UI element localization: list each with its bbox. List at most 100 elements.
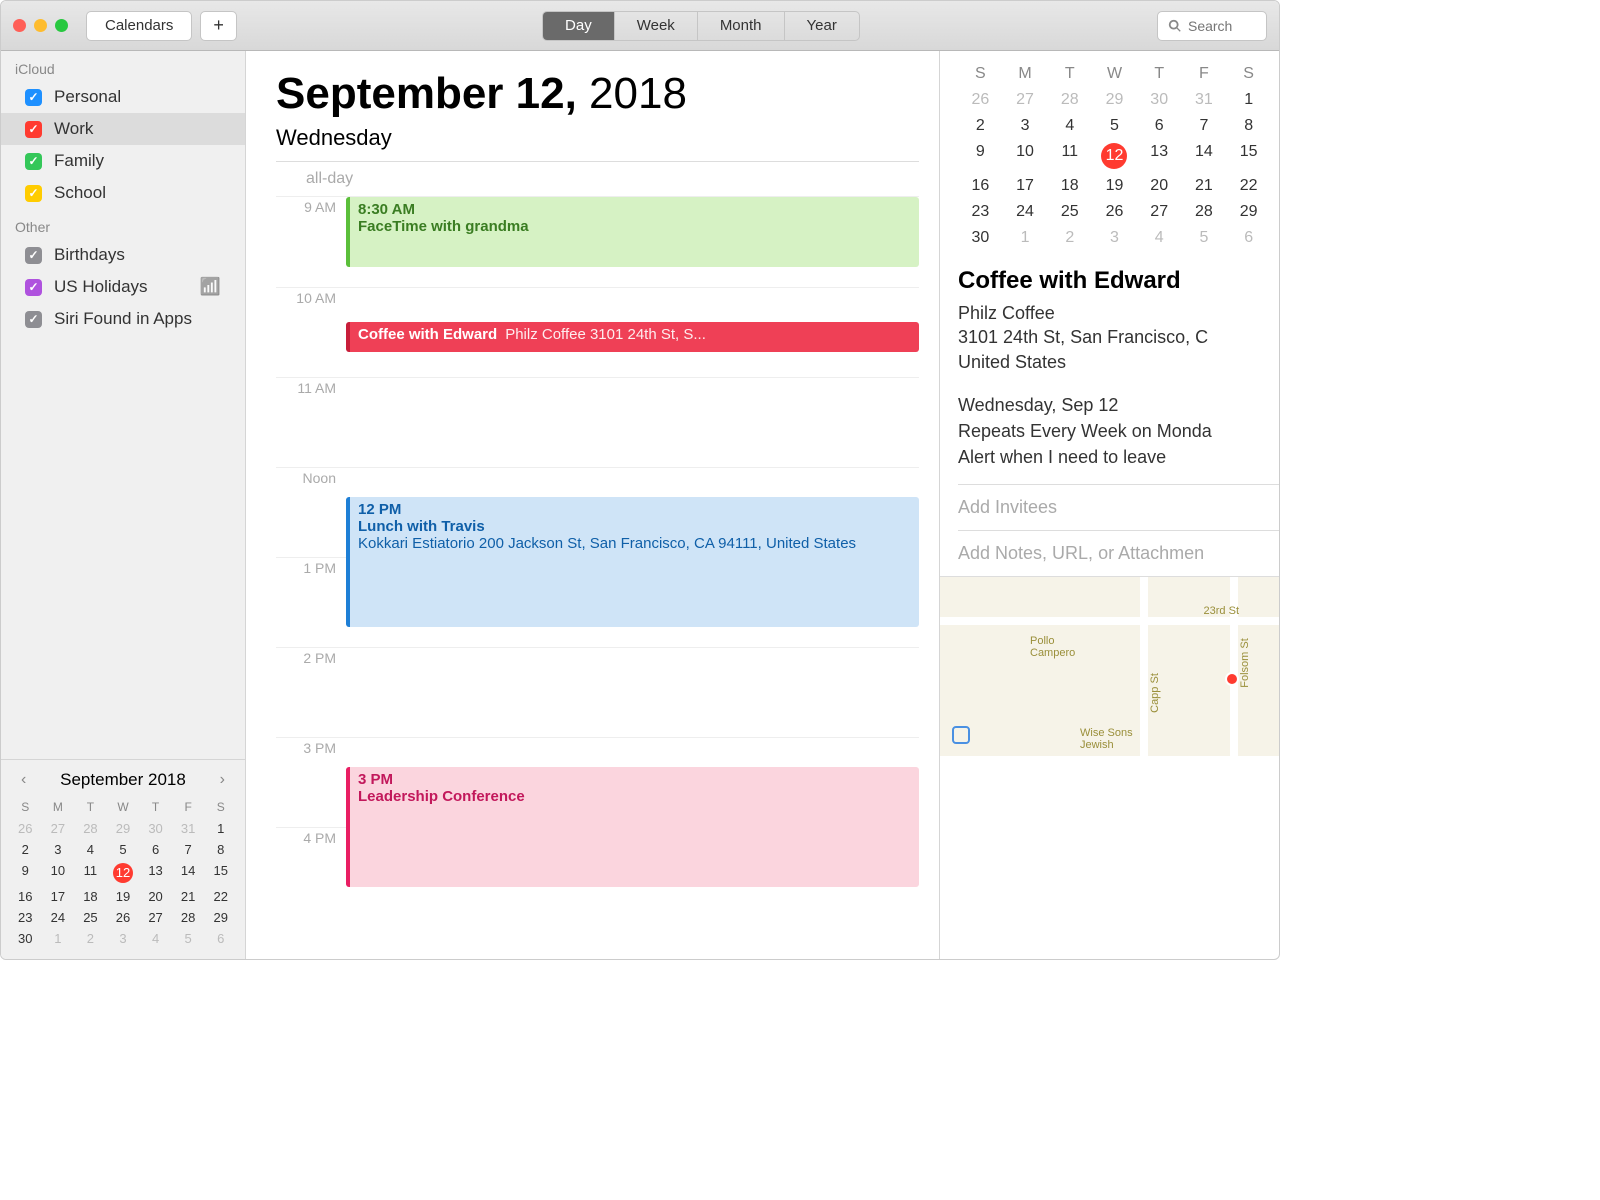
calendar-day[interactable]: 5 [172,928,205,949]
calendar-day[interactable]: 5 [1092,117,1137,135]
calendar-day[interactable]: 19 [1092,177,1137,195]
inspector-mini-calendar[interactable]: SMTWTFS262728293031123456789101112131415… [958,65,1279,247]
calendar-day[interactable]: 28 [172,907,205,928]
calendar-day[interactable]: 14 [172,860,205,886]
view-month[interactable]: Month [698,12,785,40]
calendar-day[interactable]: 3 [42,839,75,860]
add-invitees[interactable]: Add Invitees [958,484,1279,530]
calendar-day[interactable]: 15 [1226,143,1271,169]
calendar-day[interactable]: 20 [139,886,172,907]
calendar-day[interactable]: 2 [9,839,42,860]
search-input[interactable] [1188,18,1248,34]
calendar-day[interactable]: 30 [958,229,1003,247]
calendar-day[interactable]: 12 [1092,143,1137,169]
calendar-day[interactable]: 31 [172,818,205,839]
search-field[interactable] [1157,11,1267,41]
add-notes[interactable]: Add Notes, URL, or Attachmen [958,530,1279,576]
calendar-day[interactable]: 2 [74,928,107,949]
event-map[interactable]: 23rd St Pollo Campero Capp St Folsom St … [940,576,1279,756]
add-button[interactable]: + [200,11,237,41]
calendar-day[interactable]: 7 [1182,117,1227,135]
calendar-day[interactable]: 3 [107,928,140,949]
calendar-day[interactable]: 8 [1226,117,1271,135]
calendar-day[interactable]: 9 [9,860,42,886]
calendar-day[interactable]: 26 [1092,203,1137,221]
sidebar-item[interactable]: Siri Found in Apps [1,303,245,335]
calendar-day[interactable]: 28 [1182,203,1227,221]
calendar-day[interactable]: 1 [204,818,237,839]
calendar-day[interactable]: 31 [1182,91,1227,109]
calendar-day[interactable]: 12 [107,860,140,886]
calendar-day[interactable]: 26 [9,818,42,839]
event-when[interactable]: Wednesday, Sep 12 Repeats Every Week on … [958,392,1279,484]
calendar-day[interactable]: 6 [1226,229,1271,247]
checkbox-icon[interactable] [25,185,42,202]
schedule[interactable]: 9 AM10 AM11 AMNoon1 PM2 PM3 PM4 PM 8:30 … [276,197,919,959]
calendar-day[interactable]: 17 [1003,177,1048,195]
calendar-day[interactable]: 22 [1226,177,1271,195]
calendar-day[interactable]: 19 [107,886,140,907]
event-title[interactable]: Coffee with Edward [958,267,1279,301]
event[interactable]: Coffee with EdwardPhilz Coffee 3101 24th… [346,322,919,352]
sidebar-item[interactable]: Family [1,145,245,177]
calendar-day[interactable]: 8 [204,839,237,860]
event-location[interactable]: Philz Coffee 3101 24th St, San Francisco… [958,301,1279,392]
sidebar-item[interactable]: Birthdays [1,239,245,271]
event[interactable]: 3 PMLeadership Conference [346,767,919,887]
calendar-day[interactable]: 29 [107,818,140,839]
calendar-day[interactable]: 13 [139,860,172,886]
calendar-day[interactable]: 23 [958,203,1003,221]
sidebar-item[interactable]: US Holidays📶 [1,271,245,303]
calendar-day[interactable]: 6 [139,839,172,860]
calendar-day[interactable]: 10 [1003,143,1048,169]
calendar-day[interactable]: 24 [42,907,75,928]
checkbox-icon[interactable] [25,279,42,296]
calendar-day[interactable]: 3 [1092,229,1137,247]
zoom-icon[interactable] [55,19,68,32]
checkbox-icon[interactable] [25,153,42,170]
mini-next-button[interactable]: › [214,771,231,789]
checkbox-icon[interactable] [25,89,42,106]
calendar-day[interactable]: 26 [958,91,1003,109]
view-year[interactable]: Year [785,12,859,40]
calendar-day[interactable]: 1 [42,928,75,949]
calendar-day[interactable]: 28 [74,818,107,839]
calendar-day[interactable]: 16 [9,886,42,907]
calendar-day[interactable]: 11 [1047,143,1092,169]
calendar-day[interactable]: 18 [74,886,107,907]
calendar-day[interactable]: 11 [74,860,107,886]
checkbox-icon[interactable] [25,247,42,264]
calendar-day[interactable]: 9 [958,143,1003,169]
calendar-day[interactable]: 28 [1047,91,1092,109]
calendar-day[interactable]: 29 [1092,91,1137,109]
calendar-day[interactable]: 1 [1003,229,1048,247]
sidebar-item[interactable]: School [1,177,245,209]
calendar-day[interactable]: 27 [139,907,172,928]
event[interactable]: 8:30 AMFaceTime with grandma [346,197,919,267]
calendar-day[interactable]: 13 [1137,143,1182,169]
calendar-day[interactable]: 30 [1137,91,1182,109]
calendar-day[interactable]: 4 [74,839,107,860]
calendar-day[interactable]: 16 [958,177,1003,195]
view-day[interactable]: Day [543,12,615,40]
calendar-day[interactable]: 27 [42,818,75,839]
calendar-day[interactable]: 15 [204,860,237,886]
calendar-day[interactable]: 22 [204,886,237,907]
calendar-day[interactable]: 6 [1137,117,1182,135]
calendar-day[interactable]: 30 [9,928,42,949]
sidebar-item[interactable]: Personal [1,81,245,113]
sidebar-item[interactable]: Work [1,113,245,145]
calendar-day[interactable]: 4 [1137,229,1182,247]
checkbox-icon[interactable] [25,311,42,328]
calendar-day[interactable]: 6 [204,928,237,949]
calendar-day[interactable]: 25 [74,907,107,928]
calendar-day[interactable]: 4 [139,928,172,949]
calendar-day[interactable]: 1 [1226,91,1271,109]
calendar-day[interactable]: 5 [107,839,140,860]
calendar-day[interactable]: 21 [1182,177,1227,195]
calendar-day[interactable]: 30 [139,818,172,839]
calendar-day[interactable]: 20 [1137,177,1182,195]
calendar-day[interactable]: 10 [42,860,75,886]
calendars-button[interactable]: Calendars [86,11,192,41]
calendar-day[interactable]: 27 [1137,203,1182,221]
